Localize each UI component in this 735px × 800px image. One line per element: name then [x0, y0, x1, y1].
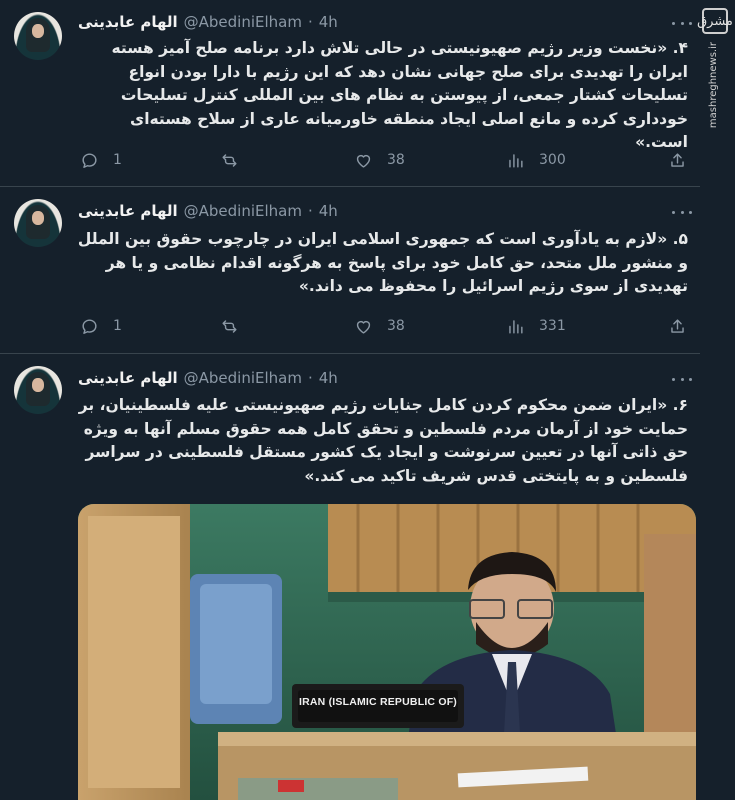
author-handle[interactable]: @AbediniElham	[184, 369, 302, 387]
reply-count: 1	[113, 318, 122, 334]
author-handle[interactable]: @AbediniElham	[184, 202, 302, 220]
timestamp[interactable]: 4h	[319, 202, 338, 220]
timestamp[interactable]: 4h	[319, 369, 338, 387]
more-options-icon[interactable]	[672, 374, 692, 384]
reply-icon	[82, 152, 97, 168]
retweet-icon	[222, 319, 237, 333]
like-count: 38	[387, 318, 405, 334]
author-name[interactable]: الهام عابدینی	[78, 369, 178, 387]
nameplate-text: IRAN (ISLAMIC REPUBLIC OF)	[298, 696, 458, 708]
tweet-text: ۶. «ایران ضمن محکوم کردن کامل جنایات رژی…	[78, 396, 688, 485]
avatar[interactable]	[14, 199, 62, 247]
watermark: مشرق mashreghnews.ir	[697, 0, 733, 130]
tweet-header: الهام عابدینی @AbediniElham · 4h	[78, 366, 338, 390]
tweet-header: الهام عابدینی @AbediniElham · 4h	[78, 10, 338, 34]
share-icon	[671, 318, 684, 333]
separator: ·	[307, 202, 313, 220]
views-button[interactable]: 331	[506, 314, 566, 338]
heart-icon	[356, 320, 371, 334]
avatar[interactable]	[14, 12, 62, 60]
timestamp[interactable]: 4h	[319, 13, 338, 31]
share-button[interactable]	[668, 314, 687, 338]
more-options-icon[interactable]	[672, 207, 692, 217]
author-handle[interactable]: @AbediniElham	[184, 13, 302, 31]
tweet-actions: 1 38 300	[78, 148, 688, 172]
reply-icon	[82, 318, 97, 334]
tweet-1[interactable]: الهام عابدینی @AbediniElham · 4h ۴. «نخس…	[0, 0, 700, 185]
like-count: 38	[387, 152, 405, 168]
analytics-icon	[509, 153, 523, 168]
separator: ·	[307, 369, 313, 387]
separator: ·	[307, 13, 313, 31]
tweet-text: ۵. «لازم به یادآوری است که جمهوری اسلامی…	[77, 230, 688, 295]
un-speaker-photo	[78, 504, 696, 800]
tweet-text: ۴. «نخست وزیر رژیم صهیونیستی در حالی تلا…	[111, 39, 688, 151]
views-count: 331	[539, 318, 566, 334]
reply-button[interactable]: 1	[80, 148, 122, 172]
analytics-icon	[509, 319, 523, 334]
reply-button[interactable]: 1	[80, 314, 122, 338]
share-button[interactable]	[668, 148, 687, 172]
retweet-icon	[222, 153, 237, 167]
share-icon	[671, 152, 684, 167]
more-options-icon[interactable]	[672, 18, 692, 28]
views-button[interactable]: 300	[506, 148, 566, 172]
retweet-button[interactable]	[220, 148, 253, 172]
like-button[interactable]: 38	[354, 314, 405, 338]
tweet-actions: 1 38 331	[78, 314, 688, 338]
tweet-media-image[interactable]: IRAN (ISLAMIC REPUBLIC OF)	[78, 504, 696, 800]
tweet-header: الهام عابدینی @AbediniElham · 4h	[78, 199, 338, 223]
tweet-2[interactable]: الهام عابدینی @AbediniElham · 4h ۵. «لاز…	[0, 187, 700, 353]
views-count: 300	[539, 152, 566, 168]
reply-count: 1	[113, 152, 122, 168]
watermark-site: mashreghnews.ir	[708, 42, 719, 129]
like-button[interactable]: 38	[354, 148, 405, 172]
mashregh-logo: مشرق	[697, 8, 733, 34]
author-name[interactable]: الهام عابدینی	[78, 202, 178, 220]
avatar[interactable]	[14, 366, 62, 414]
retweet-button[interactable]	[220, 314, 253, 338]
heart-icon	[356, 154, 371, 168]
author-name[interactable]: الهام عابدینی	[78, 13, 178, 31]
